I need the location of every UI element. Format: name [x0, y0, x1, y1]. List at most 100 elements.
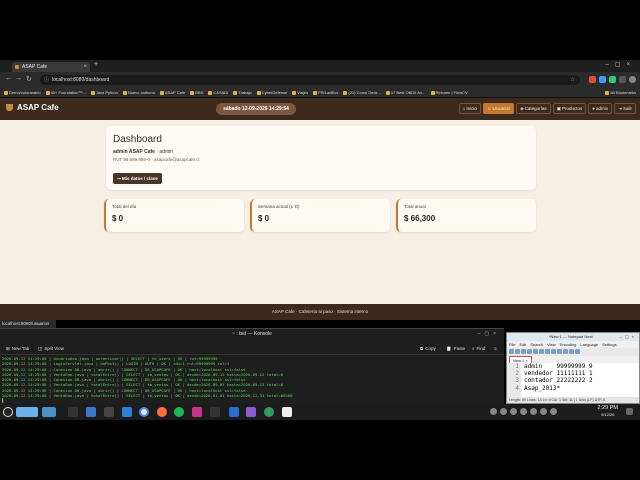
desktop-pager[interactable]: [42, 407, 56, 417]
chrome-icon[interactable]: [139, 407, 149, 417]
bookmark-item[interactable]: Java Python: [90, 90, 118, 95]
bookmark-item[interactable]: (21) Como Decir...: [343, 90, 381, 95]
address-bar[interactable]: ⓘ localhost:8080/dashboard ☆: [40, 75, 580, 85]
nav-label: Categorías: [524, 106, 547, 111]
window-controls[interactable]: –▢×: [620, 333, 637, 341]
app-icon[interactable]: [210, 407, 220, 417]
zoom-out-icon[interactable]: [575, 349, 580, 354]
my-data-button[interactable]: ⊸ Mis datos / clave: [113, 173, 162, 184]
window-controls[interactable]: –▢×: [478, 329, 500, 339]
show-desktop-button[interactable]: [626, 408, 633, 415]
menu-item[interactable]: File: [509, 342, 515, 347]
nav-box[interactable]: ▣ Productos: [552, 103, 587, 114]
notifications-icon[interactable]: [540, 408, 547, 415]
paste-icon[interactable]: [551, 349, 556, 354]
dashboard-card: Dashboard admin ASAP Cafe · admin RUT 99…: [106, 126, 536, 190]
redo-icon[interactable]: [563, 349, 568, 354]
bookmark-item[interactable]: Resume | FlowCV: [430, 90, 468, 95]
new-tab-button[interactable]: +: [94, 61, 98, 68]
split-view-button[interactable]: ◫ Split View: [38, 345, 64, 353]
battery-icon[interactable]: [530, 408, 537, 415]
wifi-icon[interactable]: [550, 408, 557, 415]
app-icon[interactable]: [192, 407, 202, 417]
browser-tab[interactable]: ASAP Cafe ×: [12, 62, 90, 72]
bookmark-item[interactable]: Viajes: [292, 90, 308, 95]
clipboard-icon[interactable]: [520, 408, 527, 415]
close-tab-icon[interactable]: ×: [83, 62, 87, 72]
bookmark-item[interactable]: CASADI: [208, 90, 228, 95]
bookmark-item[interactable]: Nuevo carbono: [122, 90, 155, 95]
terminal-icon[interactable]: [104, 407, 114, 417]
document-icon[interactable]: [282, 407, 292, 417]
user-rut-email: RUT 99.999.999-9 · asapcafe@asapcafe.cl: [113, 157, 200, 162]
save-all-icon[interactable]: [527, 349, 532, 354]
extension-icon[interactable]: [599, 76, 606, 83]
nav-logout[interactable]: ⇥ Salir: [614, 103, 636, 114]
copy-button[interactable]: ⧉ Copy: [420, 345, 436, 353]
bookmark-item[interactable]: Trabajo: [233, 90, 252, 95]
forward-arrow-icon[interactable]: →: [15, 75, 22, 82]
copy-icon[interactable]: [545, 349, 550, 354]
zoom-in-icon[interactable]: [569, 349, 574, 354]
bookmark-item[interactable]: CyberDefense: [256, 90, 287, 95]
app-icon[interactable]: [246, 407, 256, 417]
bookmark-star-icon[interactable]: ☆: [570, 75, 575, 85]
terminal-output[interactable]: 2026-09-12 14:29:08 | UsuarioDao.java | …: [2, 356, 502, 405]
menu-item[interactable]: View: [547, 342, 556, 347]
app-icon[interactable]: [264, 407, 274, 417]
bookmark-item[interactable]: DBS: [190, 90, 203, 95]
extension-icon[interactable]: [589, 76, 596, 83]
menu-item[interactable]: Edit: [519, 342, 526, 347]
reload-icon[interactable]: ↻: [26, 75, 32, 83]
window-controls[interactable]: –▢×: [605, 61, 636, 68]
site-info-icon[interactable]: ⓘ: [44, 75, 49, 85]
page-viewport: ASAP Cafe sábado 12-09-2026 14:29:54 ⌂ In…: [0, 98, 640, 320]
app-brand[interactable]: ASAP Cafe: [6, 103, 59, 112]
folder-icon[interactable]: [122, 407, 132, 417]
notepad-editor[interactable]: 1234 admin 99999999 9 vendedor 11111111 1…: [507, 363, 639, 397]
line-number: 3: [515, 377, 519, 385]
file-manager-icon[interactable]: [86, 407, 96, 417]
new-file-icon[interactable]: [509, 349, 514, 354]
cut-icon[interactable]: [539, 349, 544, 354]
new-tab-button[interactable]: ⊞ New Tab: [6, 345, 29, 353]
desktop-pager[interactable]: [16, 407, 38, 417]
all-bookmarks-button[interactable]: All Bookmarks: [605, 88, 636, 97]
profile-avatar-icon[interactable]: [629, 76, 636, 83]
bookmark-item[interactable]: PR/Ladillos: [313, 90, 338, 95]
nav-user[interactable]: ● admin: [588, 103, 613, 114]
menu-item[interactable]: Language: [580, 342, 598, 347]
taskbar-clock[interactable]: 2:29 PM 9/12/26: [598, 405, 618, 418]
menu-icon[interactable]: ≡: [494, 345, 497, 353]
close-icon[interactable]: [533, 349, 538, 354]
open-file-icon[interactable]: [515, 349, 520, 354]
bookmark-item[interactable]: Demo/colorandrio: [4, 90, 41, 95]
volume-icon[interactable]: [500, 408, 507, 415]
save-icon[interactable]: [521, 349, 526, 354]
nav-tag[interactable]: ◈ Categorías: [516, 103, 551, 114]
home-icon: ⌂: [462, 106, 466, 111]
menu-item[interactable]: Settings: [602, 342, 616, 347]
find-button[interactable]: ⌕ Find: [472, 345, 485, 353]
back-arrow-icon[interactable]: ←: [5, 75, 12, 82]
editor-text[interactable]: admin 99999999 9 vendedor 11111111 1 conta…: [524, 363, 593, 392]
spotify-icon[interactable]: [174, 407, 184, 417]
firefox-icon[interactable]: [157, 407, 167, 417]
bookmark-item[interactable]: ASAP Cafe: [159, 90, 185, 95]
bookmark-item[interactable]: 40+ Foundation™...: [45, 90, 86, 95]
bookmark-item[interactable]: 17 Best OBDII An...: [385, 90, 426, 95]
network-icon[interactable]: [490, 408, 497, 415]
extensions-puzzle-icon[interactable]: [619, 76, 626, 83]
bluetooth-icon[interactable]: [510, 408, 517, 415]
menu-item[interactable]: Encoding: [560, 342, 577, 347]
nav-users[interactable]: ☺ Usuarios: [482, 103, 515, 114]
editor-icon[interactable]: [229, 407, 239, 417]
nav-home[interactable]: ⌂ Inicio: [458, 103, 481, 114]
extension-icon[interactable]: [609, 76, 616, 83]
start-menu-icon[interactable]: [3, 407, 13, 417]
folder-icon: [292, 90, 297, 95]
paste-button[interactable]: 📋 Paste: [446, 345, 465, 353]
menu-item[interactable]: Search: [530, 342, 543, 347]
undo-icon[interactable]: [557, 349, 562, 354]
settings-icon[interactable]: [68, 407, 78, 417]
